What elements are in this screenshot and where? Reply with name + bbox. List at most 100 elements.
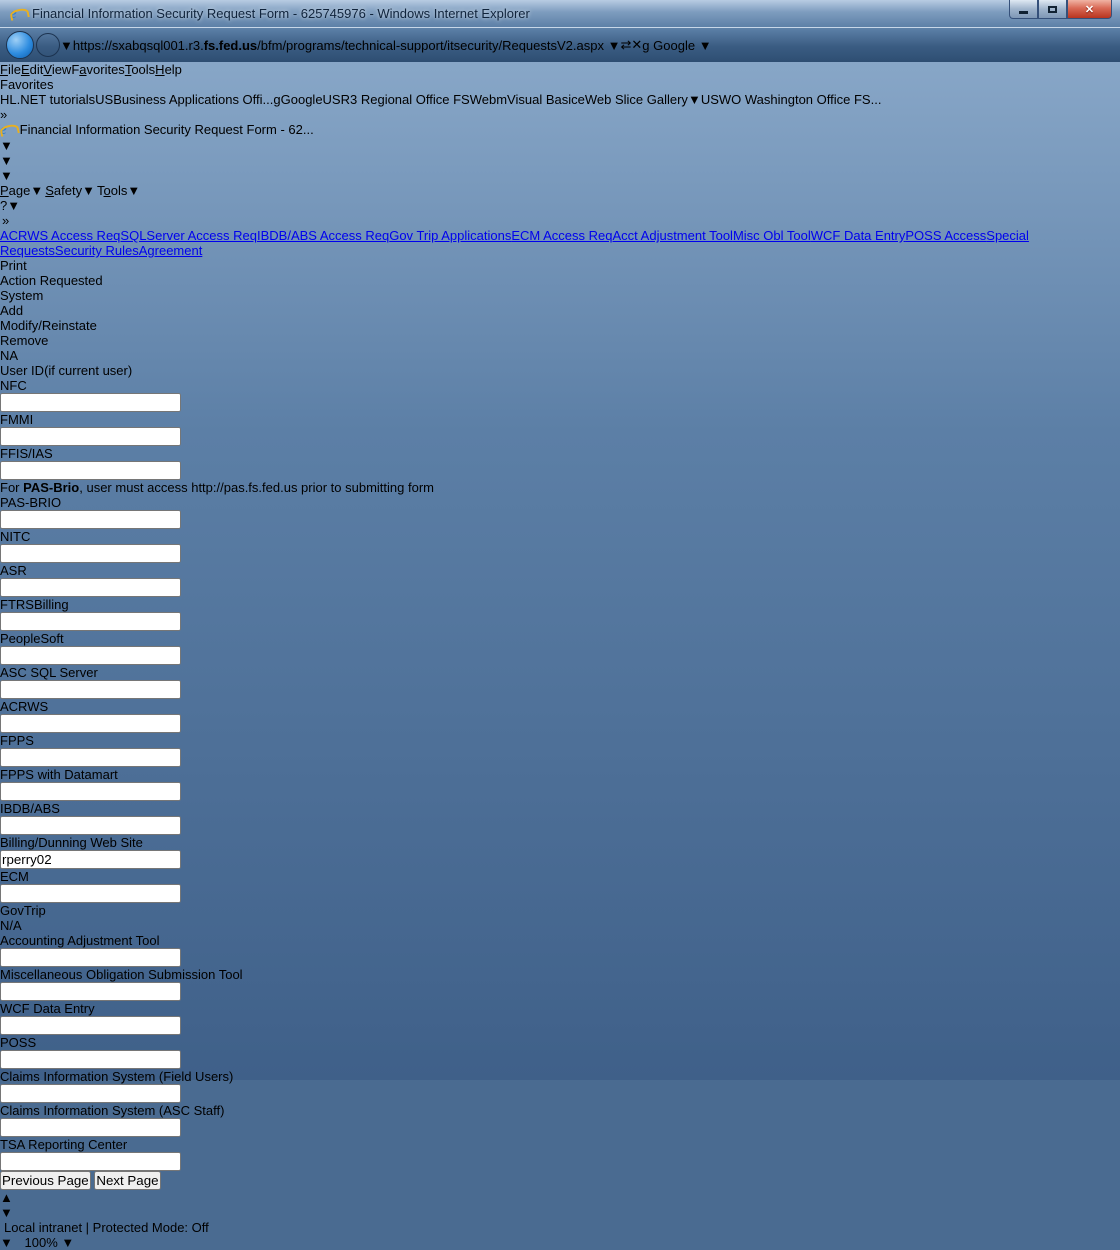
userid-input-peoplesoft[interactable] — [0, 646, 181, 665]
recent-pages-chevron[interactable]: ▼ — [60, 38, 73, 53]
userid-input-billing-dunning-web-site[interactable] — [0, 850, 181, 869]
userid-cell: N/A — [0, 918, 1120, 933]
zoom-chevron[interactable]: ▼ — [61, 1235, 74, 1250]
userid-input-wcf-data-entry[interactable] — [0, 1016, 181, 1035]
userid-cell — [0, 427, 1120, 446]
userid-input-ecm[interactable] — [0, 884, 181, 903]
sidebar-item-wcf-data-entry[interactable]: WCF Data Entry — [811, 228, 906, 243]
tab-bar: Financial Information Security Request F… — [0, 122, 1120, 228]
userid-input-acrws[interactable] — [0, 714, 181, 733]
userid-input-pas-brio[interactable] — [0, 510, 181, 529]
system-label: FTRSBilling — [0, 597, 1120, 612]
menu-help[interactable]: Help — [155, 62, 182, 77]
favorite-item-web-slice-gallery[interactable]: eWeb Slice Gallery▼ — [578, 92, 701, 107]
userid-input-tsa-reporting-center[interactable] — [0, 1152, 181, 1171]
previous-page-button[interactable]: Previous Page — [0, 1171, 91, 1190]
minimize-button[interactable] — [1009, 0, 1038, 19]
favorite-label: R3 Regional Office FSWeb — [341, 92, 497, 107]
sidebar-item-ecm-access-req[interactable]: ECM Access Req — [511, 228, 612, 243]
maximize-button[interactable] — [1038, 0, 1067, 19]
zoom-level[interactable]: 100% — [25, 1235, 58, 1250]
ie-app-icon — [10, 6, 26, 22]
favorite-label: Web Slice Gallery — [585, 92, 688, 107]
favorite-item-r3-regional-office-fsweb[interactable]: USR3 Regional Office FSWeb — [323, 92, 497, 107]
url-text[interactable]: https://sxabqsql001.r3.fs.fed.us/bfm/pro… — [73, 38, 604, 53]
sidebar-item-acct-adjustment-tool[interactable]: Acct Adjustment Tool — [613, 228, 733, 243]
sidebar-item-gov-trip-applications[interactable]: Gov Trip Applications — [389, 228, 511, 243]
favorite-item-google[interactable]: gGoogle — [273, 92, 322, 107]
table-row-pas-brio: PAS-BRIO — [0, 495, 1120, 529]
window-controls: ✕ — [1009, 0, 1112, 19]
userid-input-asr[interactable] — [0, 578, 181, 597]
command-menu-page[interactable]: Page▼ — [0, 183, 43, 198]
search-box[interactable]: g Google ▼ — [642, 38, 711, 53]
sidebar-item-misc-obl-tool[interactable]: Misc Obl Tool — [733, 228, 811, 243]
home-button[interactable]: ▼ — [0, 138, 1120, 153]
sidebar-item-poss-access[interactable]: POSS Access — [905, 228, 986, 243]
sidebar-item-acrws-access-req[interactable]: ACRWS Access Req — [0, 228, 120, 243]
menu-tools[interactable]: Tools — [125, 62, 155, 77]
system-label: Miscellaneous Obligation Submission Tool — [0, 967, 1120, 982]
favorite-dropdown-chevron[interactable]: ▼ — [688, 92, 701, 107]
command-menu-safety[interactable]: Safety▼ — [45, 183, 95, 198]
favorite-item-net-tutorials[interactable]: HL.NET tutorials — [0, 92, 95, 107]
scrollbar-up-arrow[interactable]: ▲ — [0, 1190, 1120, 1205]
forward-button[interactable] — [36, 33, 60, 57]
vertical-scrollbar[interactable]: ▲ ▼ — [0, 1190, 1120, 1220]
back-button[interactable] — [6, 31, 34, 59]
system-label: FFIS/IAS — [0, 446, 1120, 461]
command-overflow-chevron[interactable]: » — [2, 213, 9, 228]
close-button[interactable]: ✕ — [1067, 0, 1112, 19]
refresh-button[interactable]: ⇄ — [620, 37, 631, 53]
userid-input-fpps[interactable] — [0, 748, 181, 767]
status-bar: Local intranet | Protected Mode: Off ▼ 1… — [0, 1220, 1120, 1250]
window-title: Financial Information Security Request F… — [32, 6, 530, 21]
page-viewport: ACRWS Access ReqSQLServer Access ReqIBDB… — [0, 228, 1120, 1220]
menu-view[interactable]: View — [43, 62, 71, 77]
favorite-item-wo-washington-office-fs[interactable]: USWO Washington Office FS... — [701, 92, 882, 107]
sidebar-item-ibdb-abs-access-req[interactable]: IBDB/ABS Access Req — [257, 228, 389, 243]
userid-input-nitc[interactable] — [0, 544, 181, 563]
userid-cell — [0, 393, 1120, 412]
favorite-item-visual-basic[interactable]: mVisual Basic — [496, 92, 577, 107]
sidebar-item-agreement[interactable]: Agreement — [139, 243, 203, 258]
google-icon: g — [642, 38, 649, 53]
menu-edit[interactable]: Edit — [21, 62, 43, 77]
userid-input-poss[interactable] — [0, 1050, 181, 1069]
favorite-item-business-applications-offi[interactable]: USBusiness Applications Offi... — [95, 92, 273, 107]
userid-input-ffis-ias[interactable] — [0, 461, 181, 480]
address-dropdown-chevron[interactable]: ▼ — [608, 38, 621, 53]
address-bar[interactable]: https://sxabqsql001.r3.fs.fed.us/bfm/pro… — [73, 38, 621, 53]
scrollbar-down-arrow[interactable]: ▼ — [0, 1205, 1120, 1220]
navigation-sidebar: ACRWS Access ReqSQLServer Access ReqIBDB… — [0, 228, 1120, 273]
menu-favorites[interactable]: Favorites — [71, 62, 124, 77]
command-menu-tools[interactable]: Tools▼ — [97, 183, 140, 198]
favorites-button[interactable]: Favorites — [0, 77, 1120, 92]
feeds-button[interactable]: ▼ — [0, 153, 1120, 168]
menu-file[interactable]: File — [0, 62, 21, 77]
help-button[interactable]: ?▼ — [0, 198, 1120, 213]
userid-input-fpps-with-datamart[interactable] — [0, 782, 181, 801]
userid-input-miscellaneous-obligation-submission-tool[interactable] — [0, 982, 181, 1001]
table-row-peoplesoft: PeopleSoft — [0, 631, 1120, 665]
userid-input-ftrs-billing[interactable] — [0, 612, 181, 631]
search-dropdown-chevron[interactable]: ▼ — [699, 38, 712, 53]
userid-input-nfc[interactable] — [0, 393, 181, 412]
favorites-overflow-chevron[interactable]: » — [0, 107, 7, 122]
next-page-button[interactable]: Next Page — [94, 1171, 160, 1190]
userid-input-fmmi[interactable] — [0, 427, 181, 446]
sidebar-item-security-rules[interactable]: Security Rules — [55, 243, 139, 258]
protected-mode-chevron[interactable]: ▼ — [0, 1235, 13, 1250]
userid-cell — [0, 1084, 1120, 1103]
stop-button[interactable]: ✕ — [631, 37, 642, 53]
userid-input-claims-information-system-asc-staff[interactable] — [0, 1118, 181, 1137]
sidebar-item-sqlserver-access-req[interactable]: SQLServer Access Req — [120, 228, 257, 243]
system-label: Claims Information System (Field Users) — [0, 1069, 1120, 1084]
tab-financial-form[interactable]: Financial Information Security Request F… — [0, 122, 1120, 138]
userid-input-ibdb-abs[interactable] — [0, 816, 181, 835]
userid-input-claims-information-system-field-users[interactable] — [0, 1084, 181, 1103]
print-button[interactable]: ▼ — [0, 168, 1120, 183]
userid-input-accounting-adjustment-tool[interactable] — [0, 948, 181, 967]
userid-input-asc-sql-server[interactable] — [0, 680, 181, 699]
userid-cell — [0, 1016, 1120, 1035]
